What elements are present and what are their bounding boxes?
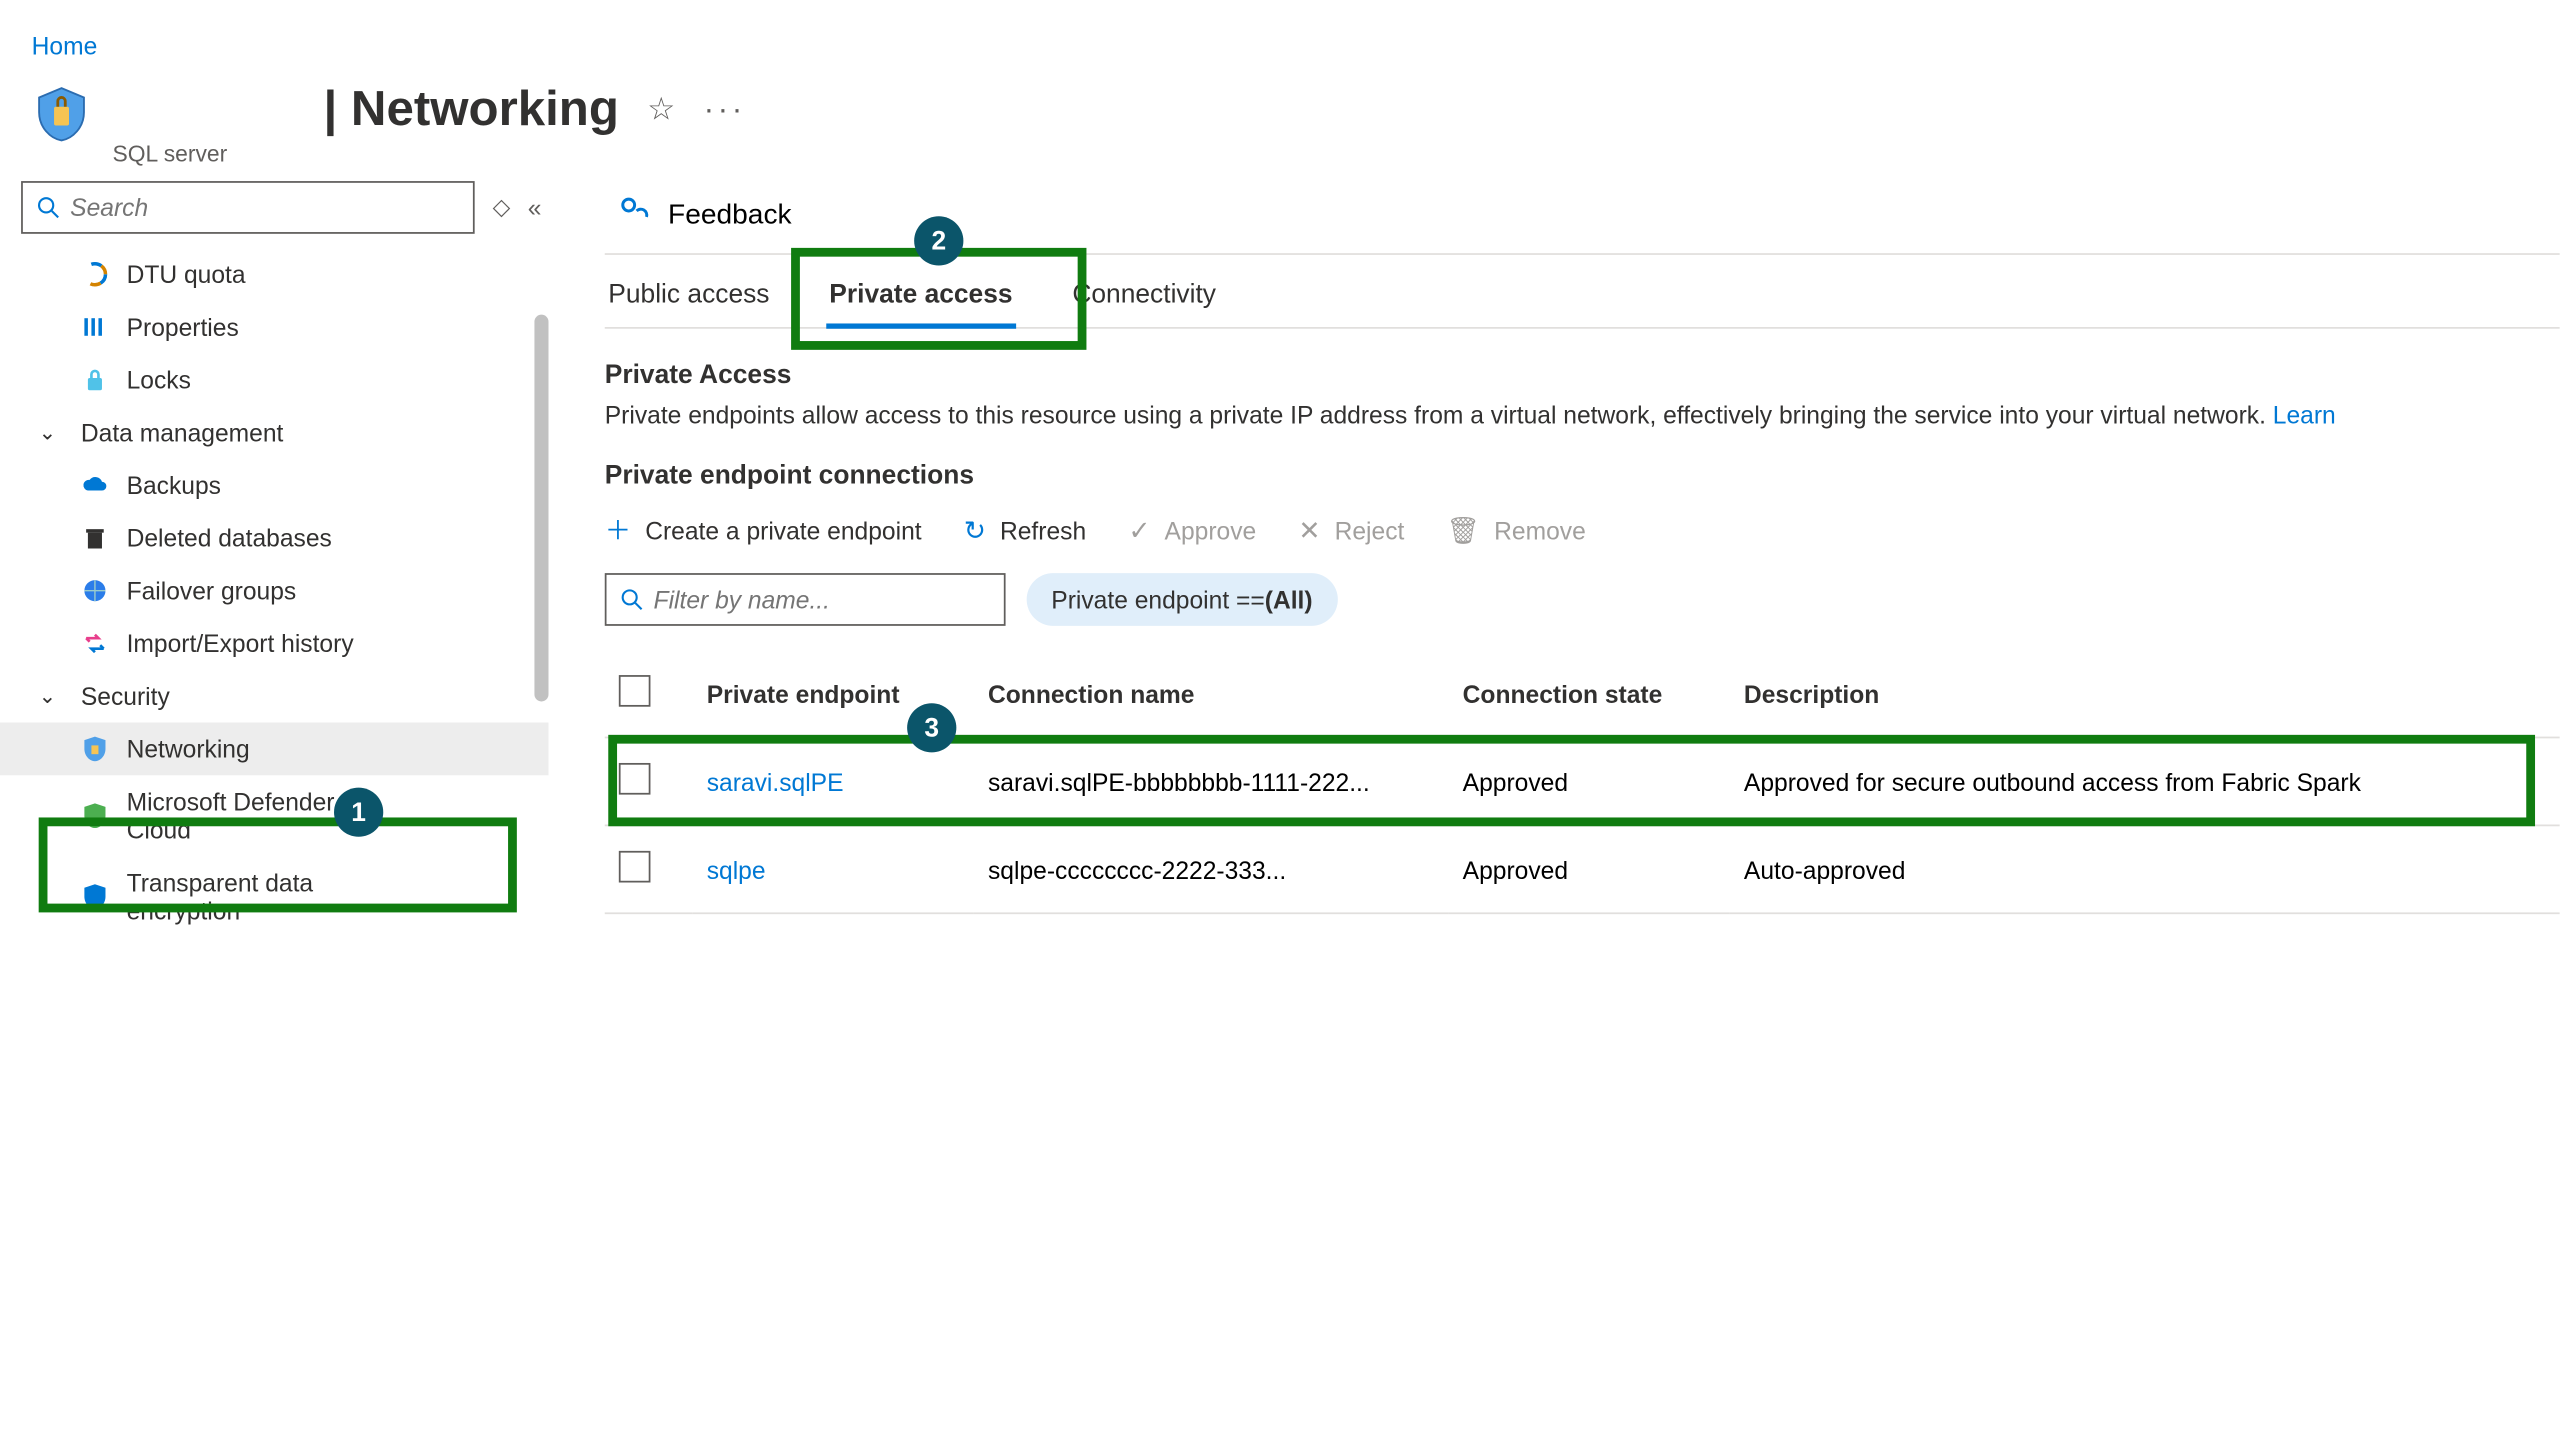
sidebar-section-label: Data management <box>81 418 283 446</box>
sidebar-section-security[interactable]: ⌄ Security <box>0 670 548 723</box>
properties-icon <box>81 313 109 341</box>
table-row[interactable]: sqlpe sqlpe-cccccccc-2222-333... Approve… <box>605 825 2560 913</box>
table-header-desc[interactable]: Description <box>1730 650 2560 737</box>
sidebar: ◇ « DTU quota Properties Locks ⌄ <box>0 181 563 1106</box>
more-icon[interactable]: ··· <box>704 91 746 128</box>
remove-button[interactable]: 🗑 Remove <box>1447 514 1586 546</box>
refresh-button[interactable]: ↻ Refresh <box>964 514 1086 546</box>
sidebar-item-label: DTU quota <box>127 260 246 288</box>
scrollbar-thumb[interactable] <box>534 315 548 702</box>
endpoint-link[interactable]: sqlpe <box>707 855 766 883</box>
sidebar-search-input[interactable] <box>70 193 459 221</box>
trash-icon: 🗑 <box>1447 514 1480 546</box>
sidebar-item-dtu-quota[interactable]: DTU quota <box>0 248 548 301</box>
refresh-icon: ↻ <box>964 514 986 546</box>
search-icon <box>621 587 643 612</box>
x-icon: ✕ <box>1298 514 1320 546</box>
search-icon <box>37 195 60 220</box>
annotation-box-3 <box>608 735 2535 826</box>
cell-connection-state: Approved <box>1449 825 1730 913</box>
toolbar-label: Approve <box>1165 516 1257 544</box>
feedback-label: Feedback <box>668 200 792 232</box>
toolbar-label: Refresh <box>1000 516 1086 544</box>
sidebar-item-label: Networking <box>127 735 250 763</box>
sidebar-item-label: Deleted databases <box>127 524 332 552</box>
trash-icon <box>81 524 109 552</box>
expand-collapse-icon[interactable]: ◇ <box>493 193 511 221</box>
annotation-callout-2: 2 <box>914 216 963 265</box>
toolbar-label: Remove <box>1494 516 1586 544</box>
annotation-callout-3: 3 <box>907 703 956 752</box>
gauge-icon <box>81 260 109 288</box>
lock-icon <box>81 366 109 394</box>
main-content: Feedback Public access Private access Co… <box>563 181 2560 1106</box>
sidebar-item-import-export[interactable]: Import/Export history <box>0 617 548 670</box>
sidebar-section-data-management[interactable]: ⌄ Data management <box>0 406 548 459</box>
filter-pill-value: (All) <box>1265 585 1313 613</box>
page-header: | Networking ☆ ··· SQL server <box>0 74 2560 181</box>
table-header-conn[interactable]: Connection name <box>974 650 1449 737</box>
sidebar-item-networking[interactable]: Networking <box>0 723 548 776</box>
sql-server-icon <box>32 84 92 144</box>
globe-icon <box>81 577 109 605</box>
filter-pill[interactable]: Private endpoint == (All) <box>1027 573 1338 626</box>
cloud-icon <box>81 471 109 499</box>
toolbar-label: Reject <box>1335 516 1405 544</box>
import-export-icon <box>81 629 109 657</box>
sidebar-item-locks[interactable]: Locks <box>0 353 548 406</box>
annotation-box-1 <box>39 817 517 912</box>
approve-button[interactable]: ✓ Approve <box>1128 514 1256 546</box>
chevron-down-icon: ⌄ <box>39 684 57 709</box>
plus-icon: ＋ <box>605 512 631 549</box>
connections-title: Private endpoint connections <box>605 461 2560 491</box>
filter-input-field[interactable] <box>654 585 990 613</box>
sidebar-item-label: Import/Export history <box>127 629 354 657</box>
sidebar-item-backups[interactable]: Backups <box>0 459 548 512</box>
learn-more-link[interactable]: Learn <box>2273 401 2336 429</box>
sidebar-search[interactable] <box>21 181 475 234</box>
sidebar-item-properties[interactable]: Properties <box>0 301 548 354</box>
sidebar-section-label: Security <box>81 682 170 710</box>
collapse-sidebar-icon[interactable]: « <box>528 193 542 221</box>
sidebar-item-label: Properties <box>127 313 239 341</box>
create-endpoint-button[interactable]: ＋ Create a private endpoint <box>605 512 922 549</box>
toolbar: ＋ Create a private endpoint ↻ Refresh ✓ … <box>605 501 2560 559</box>
breadcrumb: Home <box>0 0 2560 74</box>
tabs: Public access Private access Connectivit… <box>605 255 2560 329</box>
chevron-down-icon: ⌄ <box>39 420 57 445</box>
check-icon: ✓ <box>1128 514 1150 546</box>
feedback-button[interactable]: Feedback <box>605 181 2560 255</box>
sidebar-item-label: Failover groups <box>127 577 297 605</box>
page-title: | Networking <box>323 81 618 137</box>
toolbar-label: Create a private endpoint <box>645 516 921 544</box>
sidebar-item-failover-groups[interactable]: Failover groups <box>0 564 548 617</box>
breadcrumb-home[interactable]: Home <box>32 32 98 60</box>
private-access-title: Private Access <box>605 360 2560 390</box>
filter-pill-prefix: Private endpoint == <box>1051 585 1264 613</box>
sidebar-item-label: Backups <box>127 471 221 499</box>
tab-connectivity[interactable]: Connectivity <box>1069 255 1220 327</box>
cell-description: Auto-approved <box>1730 825 2560 913</box>
sidebar-item-label: Locks <box>127 366 191 394</box>
feedback-icon <box>619 195 651 235</box>
filter-row: Private endpoint == (All) <box>605 573 2560 626</box>
private-access-description: Private endpoints allow access to this r… <box>605 401 2560 429</box>
reject-button[interactable]: ✕ Reject <box>1298 514 1404 546</box>
sidebar-nav: DTU quota Properties Locks ⌄ Data manage… <box>0 244 548 1105</box>
annotation-callout-1: 1 <box>334 788 383 837</box>
tab-public-access[interactable]: Public access <box>605 255 773 327</box>
row-checkbox[interactable] <box>619 851 651 883</box>
sidebar-item-deleted-databases[interactable]: Deleted databases <box>0 512 548 565</box>
cell-connection-name: sqlpe-cccccccc-2222-333... <box>974 825 1449 913</box>
table-header-state[interactable]: Connection state <box>1449 650 1730 737</box>
filter-input[interactable] <box>605 573 1006 626</box>
select-all-checkbox[interactable] <box>619 675 651 707</box>
favorite-star-icon[interactable]: ☆ <box>647 91 675 128</box>
page-subtitle: SQL server <box>113 141 746 167</box>
shield-icon <box>81 735 109 763</box>
